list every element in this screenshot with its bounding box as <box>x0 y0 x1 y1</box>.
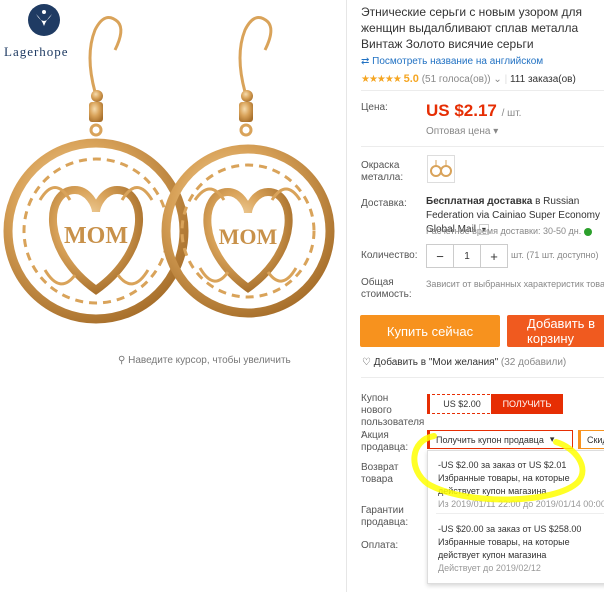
quantity-stepper[interactable]: − 1 + <box>426 244 508 268</box>
highlight-annotation <box>411 433 586 503</box>
wishlist-label[interactable]: Добавить в "Мои желания" <box>374 357 498 368</box>
price: US $2.17 / шт. <box>426 101 521 121</box>
color-label: Окраска металла: <box>361 160 404 183</box>
product-title: Этнические серьги с новым узором для жен… <box>361 5 583 51</box>
info-icon[interactable] <box>583 227 592 236</box>
translate-link-text[interactable]: Посмотреть название на английском <box>372 56 543 67</box>
chevron-down-icon[interactable]: ⌄ <box>493 74 501 85</box>
svg-text:MOM: MOM <box>219 224 278 249</box>
heart-icon[interactable]: ♡ <box>362 357 371 368</box>
coupon-option-value: -US $20.00 за заказ от US $258.00 <box>438 524 582 534</box>
earring-right: MOM <box>161 16 335 318</box>
coupon-option[interactable]: -US $20.00 за заказ от US $258.00 Избран… <box>438 523 604 575</box>
delivery-time: Расчетное время доставки: 30-50 дн. <box>426 226 592 236</box>
payment-label: Оплата: <box>361 540 399 551</box>
coupon-option-date: Действует до 2019/02/12 <box>438 563 541 573</box>
bulk-price-text[interactable]: Оптовая цена <box>426 126 490 137</box>
wishlist-count: (32 добавили) <box>500 357 567 368</box>
zoom-hint: ⚲ Наведите курсор, чтобы увеличить <box>118 355 291 366</box>
svg-text:MOM: MOM <box>64 223 128 249</box>
quantity-input[interactable]: 1 <box>453 245 481 267</box>
delivery-time-text: Расчетное время доставки: 30-50 дн. <box>426 226 582 236</box>
quantity-label: Количество: <box>361 250 418 261</box>
caret-down-icon: ▾ <box>493 126 499 137</box>
rating-stars-icon: ★★★★★ <box>361 74 402 85</box>
divider <box>361 90 604 91</box>
divider <box>436 513 604 514</box>
shipping-label: Доставка: <box>361 198 407 209</box>
price-value: US $2.17 <box>426 101 497 120</box>
returns-label: Возврат товара <box>361 462 399 485</box>
buy-now-button[interactable]: Купить сейчас <box>360 315 500 347</box>
separator: | <box>504 74 508 85</box>
zoom-hint-text: Наведите курсор, чтобы увеличить <box>128 355 291 366</box>
price-unit: / шт. <box>501 108 522 119</box>
coupon-option-desc: Избранные товары, на которые действует к… <box>438 537 570 560</box>
translate-link[interactable]: ⇄ Посмотреть название на английском <box>361 56 543 67</box>
total-note: Зависит от выбранных характеристик товар… <box>426 279 604 289</box>
earring-left: MOM <box>3 16 189 324</box>
wishlist-link[interactable]: ♡ Добавить в "Мои желания" (32 добавили) <box>362 357 566 368</box>
shipping-free: Бесплатная доставка <box>426 196 533 207</box>
divider <box>361 146 604 147</box>
price-label: Цена: <box>361 102 388 113</box>
rating-score: 5.0 <box>403 73 419 85</box>
stock-note: шт. (71 шт. доступно) <box>511 250 599 260</box>
product-image[interactable]: MOM MOM <box>0 0 346 350</box>
product-gallery: Lagerhope MOM MOM ⚲ Наведите курсор, что… <box>0 0 346 592</box>
guarantee-label: Гарантии продавца: <box>361 505 409 528</box>
rating-row: ★★★★★ 5.0 (51 голоса(ов)) ⌄ | 111 заказа… <box>361 73 576 85</box>
magnifier-icon: ⚲ <box>118 355 126 366</box>
add-to-cart-button[interactable]: Добавить в корзину <box>507 315 604 347</box>
divider <box>361 377 604 378</box>
divider <box>346 0 347 592</box>
color-swatch[interactable] <box>427 155 455 183</box>
quantity-increase-button[interactable]: + <box>481 245 507 267</box>
rating-votes[interactable]: (51 голоса(ов)) <box>422 74 491 85</box>
coupon-amount: US $2.00 <box>427 394 495 414</box>
translate-icon: ⇄ <box>361 56 370 67</box>
orders-count: 111 заказа(ов) <box>509 74 576 85</box>
quantity-decrease-button[interactable]: − <box>427 245 453 267</box>
bulk-price-link[interactable]: Оптовая цена ▾ <box>426 126 498 137</box>
total-label: Общая стоимость: <box>361 277 412 300</box>
get-coupon-button[interactable]: ПОЛУЧИТЬ <box>491 394 563 414</box>
